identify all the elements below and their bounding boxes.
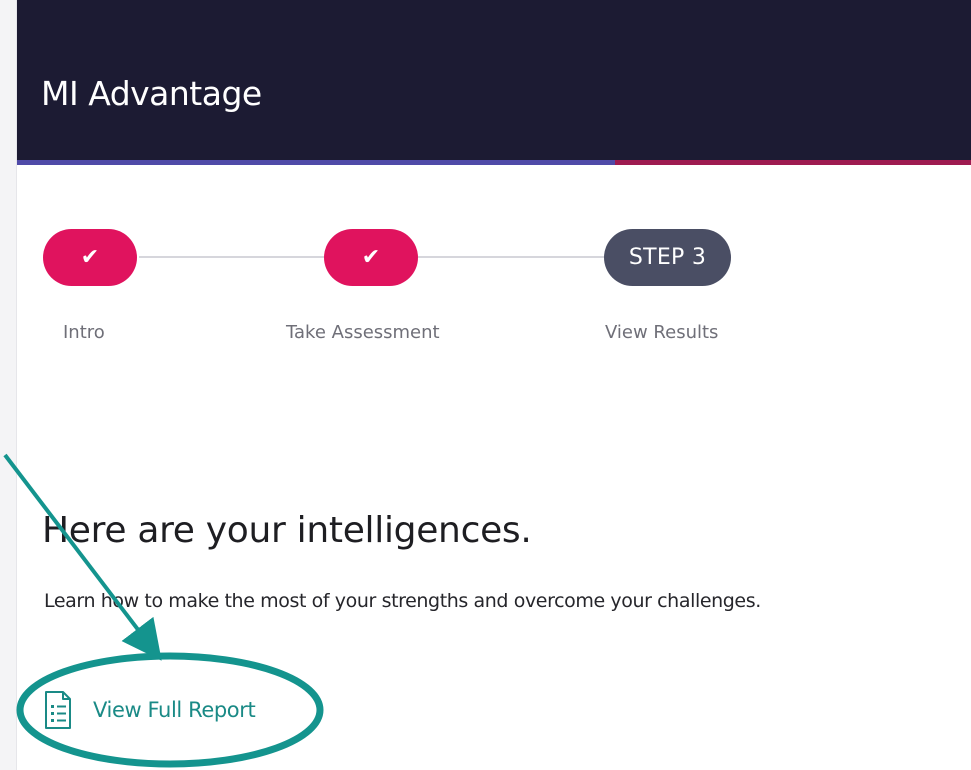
stepper-connector-1 <box>139 256 325 258</box>
report-document-icon <box>45 691 71 729</box>
page-headline: Here are your intelligences. <box>42 510 532 551</box>
step-3-badge: STEP 3 <box>628 245 707 270</box>
step-2-label[interactable]: Take Assessment <box>286 321 440 345</box>
stepper-connector-2 <box>418 256 606 258</box>
step-1-indicator[interactable]: ✔ <box>43 229 137 286</box>
step-3-label[interactable]: View Results <box>605 321 718 345</box>
app-title: MI Advantage <box>41 74 262 113</box>
header-underline-remaining <box>615 160 971 165</box>
app-header: MI Advantage <box>17 0 971 160</box>
view-full-report-label: View Full Report <box>93 698 256 722</box>
step-1-label[interactable]: Intro <box>63 321 105 345</box>
step-3-indicator[interactable]: STEP 3 <box>604 229 731 286</box>
view-full-report-link[interactable]: View Full Report <box>43 688 256 732</box>
page: MI Advantage ✔ ✔ STEP 3 Intro Take Asses… <box>0 0 971 770</box>
check-icon: ✔ <box>80 244 100 270</box>
header-underline-progress <box>17 160 615 165</box>
page-subtitle: Learn how to make the most of your stren… <box>44 590 761 612</box>
step-2-indicator[interactable]: ✔ <box>324 229 418 286</box>
left-edge-strip <box>0 0 17 770</box>
check-icon: ✔ <box>361 244 381 270</box>
